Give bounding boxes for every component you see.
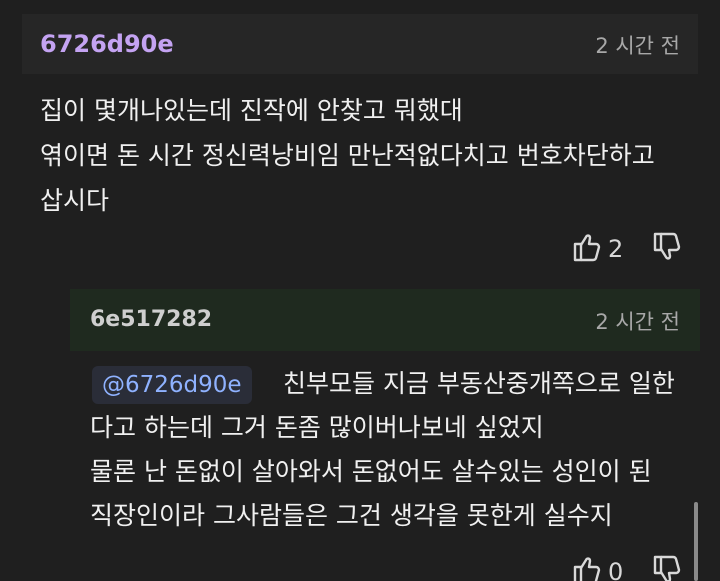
dislike-button[interactable] — [652, 554, 682, 581]
thumbs-down-icon — [653, 555, 681, 581]
dislike-button[interactable] — [652, 231, 682, 263]
reply-author[interactable]: 6e517282 — [90, 307, 212, 332]
comment-line: 엮이면 돈 시간 정신력낭비임 만난적없다치고 번호차단하고 — [40, 141, 655, 170]
reply-line: 다고 하는데 그거 돈좀 많이버나보네 싶었지 — [90, 413, 544, 442]
thumbs-up-icon — [573, 234, 601, 262]
mention-chip[interactable]: @6726d90e — [92, 366, 252, 404]
reply-line: 직장인이라 그사람들은 그건 생각을 못한게 실수지 — [90, 501, 613, 530]
like-button[interactable] — [572, 554, 602, 581]
scrollbar[interactable] — [694, 502, 698, 581]
comment-body: 집이 몇개나있는데 진작에 안찾고 뭐했대 엮이면 돈 시간 정신력낭비임 만난… — [40, 88, 705, 223]
like-button[interactable] — [572, 231, 602, 263]
thumbs-up-icon — [573, 557, 601, 581]
like-count: 2 — [608, 235, 624, 263]
like-count: 0 — [608, 558, 624, 581]
reply-line: 물론 난 돈없이 살아와서 돈없어도 살수있는 성인이 된 — [90, 457, 652, 486]
thumbs-down-icon — [653, 232, 681, 260]
comment-thread: 6726d90e 2 시간 전 집이 몇개나있는데 진작에 안찾고 뭐했대 엮이… — [0, 0, 720, 581]
comment-line: 삽시다 — [40, 186, 110, 215]
comment-timestamp: 2 시간 전 — [595, 34, 680, 58]
comment-author[interactable]: 6726d90e — [40, 30, 174, 58]
comment-line: 집이 몇개나있는데 진작에 안찾고 뭐했대 — [40, 96, 463, 125]
reply-timestamp: 2 시간 전 — [595, 310, 680, 334]
